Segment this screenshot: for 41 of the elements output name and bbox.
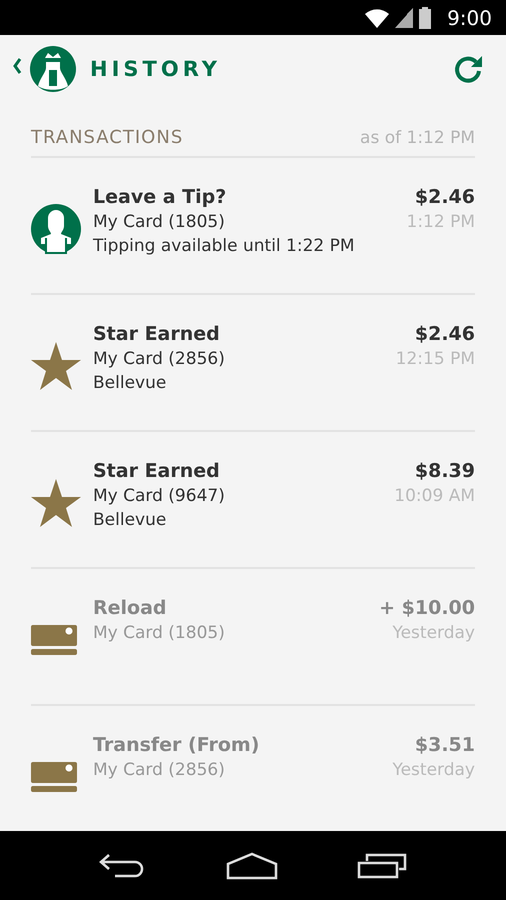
wifi-icon <box>365 8 390 28</box>
status-time: 9:00 <box>447 6 492 30</box>
transaction-amount: + $10.00 <box>379 597 475 619</box>
home-nav-button[interactable] <box>226 852 278 880</box>
page-title: HISTORY <box>90 57 222 81</box>
person-icon <box>31 204 81 254</box>
transaction-amount: $2.46 <box>414 186 475 208</box>
transaction-amount: $3.51 <box>414 734 475 756</box>
transaction-time: 1:12 PM <box>406 212 475 232</box>
transaction-amount: $8.39 <box>414 460 475 482</box>
transaction-time: 10:09 AM <box>394 486 475 506</box>
transaction-title: Reload <box>93 597 168 619</box>
recents-nav-button[interactable] <box>356 852 407 878</box>
card-name: My Card (1805) <box>93 212 226 232</box>
transaction-title: Transfer (From) <box>93 734 260 756</box>
transaction-amount: $2.46 <box>414 323 475 345</box>
card-name: My Card (9647) <box>93 486 226 506</box>
card-name: My Card (1805) <box>93 623 226 643</box>
card-icon <box>31 762 77 792</box>
transaction-title: Star Earned <box>93 323 221 345</box>
star-icon <box>31 479 81 527</box>
card-name: My Card (2856) <box>93 760 226 780</box>
transaction-note: Tipping available until 1:22 PM <box>93 236 356 256</box>
card-icon <box>31 625 77 655</box>
transaction-time: Yesterday <box>392 760 475 780</box>
transaction-title: Leave a Tip? <box>93 186 228 208</box>
transaction-time: Yesterday <box>392 623 475 643</box>
transaction-row[interactable]: Star Earned My Card (2856) Bellevue $2.46 12:15 PM <box>31 295 475 432</box>
logo-icon <box>30 46 76 92</box>
transaction-row[interactable]: Leave a Tip? My Card (1805) Tipping available until 1:22 PM $2.46 1:12 PM <box>31 158 475 295</box>
transaction-title: Star Earned <box>93 460 221 482</box>
signal-icon <box>395 8 414 28</box>
card-name: My Card (2856) <box>93 349 226 369</box>
transaction-row[interactable]: Star Earned My Card (9647) Bellevue $8.39 10:09 AM <box>31 432 475 569</box>
section-title: TRANSACTIONS <box>31 127 184 148</box>
battery-icon <box>419 6 432 28</box>
transaction-note: Bellevue <box>93 373 168 393</box>
transaction-note: Bellevue <box>93 510 168 530</box>
star-icon <box>31 342 81 390</box>
updated-time: as of 1:12 PM <box>360 128 475 148</box>
transaction-time: 12:15 PM <box>396 349 475 369</box>
